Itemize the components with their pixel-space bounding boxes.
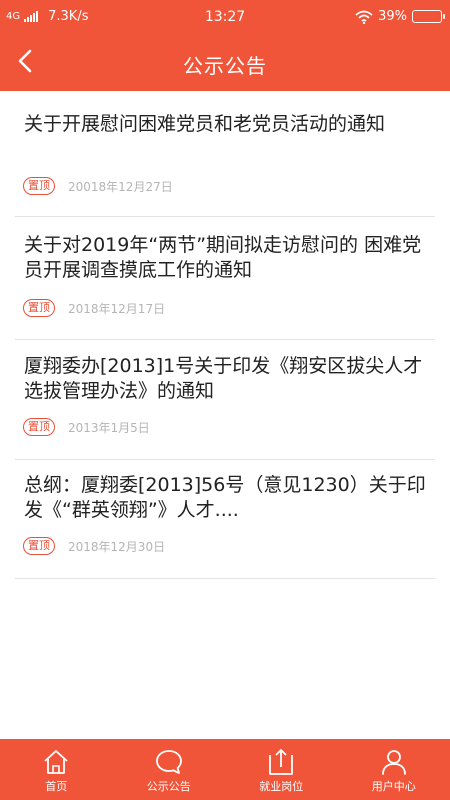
user-icon xyxy=(381,750,406,775)
tab-label: 就业岗位 xyxy=(259,780,304,793)
notice-title: 关于开展慰问困难党员和老党员活动的通知 xyxy=(24,113,386,135)
app-header: 4G 7.3K/s 13:27 39% 公示公告 xyxy=(0,0,450,91)
divider xyxy=(15,578,435,579)
bottom-tab-bar: 首页 公示公告 就业岗位 用户中心 xyxy=(0,739,450,800)
tab-jobs[interactable]: 就业岗位 xyxy=(225,739,338,800)
pinned-badge: 置顶 xyxy=(23,177,55,195)
notice-date: 2018年12月17日 xyxy=(68,301,166,316)
tab-user-center[interactable]: 用户中心 xyxy=(338,739,450,800)
notice-meta: 置顶 2018年12月30日 xyxy=(23,537,165,555)
notice-item[interactable]: 总纲：厦翔委[2013]56号（意见1230）关于印发《“群英领翔”》人才...… xyxy=(0,460,450,579)
upload-icon xyxy=(269,749,294,775)
chat-bubble-icon xyxy=(155,750,182,774)
tab-label: 用户中心 xyxy=(371,780,416,793)
notice-date: 2013年1月5日 xyxy=(68,420,150,435)
notice-meta: 置顶 2018年12月17日 xyxy=(23,299,165,317)
tab-home[interactable]: 首页 xyxy=(0,739,113,800)
pinned-badge: 置顶 xyxy=(23,537,55,555)
notice-date: 20018年12月27日 xyxy=(68,179,173,194)
wifi-icon xyxy=(355,10,373,24)
notice-title: 关于对2019年“两节”期间拟走访慰问的 困难党员开展调查摸底工作的通知 xyxy=(24,234,422,281)
status-right: 39% xyxy=(355,9,445,24)
notice-meta: 置顶 20018年12月27日 xyxy=(23,177,173,195)
notice-title: 厦翔委办[2013]1号关于印发《翔安区拔尖人才选拔管理办法》的通知 xyxy=(24,355,423,402)
pinned-badge: 置顶 xyxy=(23,299,55,317)
notice-meta: 置顶 2013年1月5日 xyxy=(23,418,150,436)
notice-date: 2018年12月30日 xyxy=(68,539,166,554)
nav-bar: 公示公告 xyxy=(0,36,450,91)
tab-label: 首页 xyxy=(45,780,68,793)
notice-item[interactable]: 关于开展慰问困难党员和老党员活动的通知 置顶 20018年12月27日 xyxy=(0,91,450,217)
notice-title: 总纲：厦翔委[2013]56号（意见1230）关于印发《“群英领翔”》人才...… xyxy=(24,474,426,521)
status-bar: 4G 7.3K/s 13:27 39% xyxy=(0,0,450,36)
battery-icon xyxy=(412,10,445,23)
home-icon xyxy=(44,750,68,774)
notice-item[interactable]: 关于对2019年“两节”期间拟走访慰问的 困难党员开展调查摸底工作的通知 置顶 … xyxy=(0,217,450,340)
notice-item[interactable]: 厦翔委办[2013]1号关于印发《翔安区拔尖人才选拔管理办法》的通知 置顶 20… xyxy=(0,340,450,460)
page-title: 公示公告 xyxy=(183,54,267,78)
tab-label: 公示公告 xyxy=(146,780,191,793)
pinned-badge: 置顶 xyxy=(23,418,55,436)
battery-percent: 39% xyxy=(378,9,407,24)
tab-notices[interactable]: 公示公告 xyxy=(113,739,226,800)
